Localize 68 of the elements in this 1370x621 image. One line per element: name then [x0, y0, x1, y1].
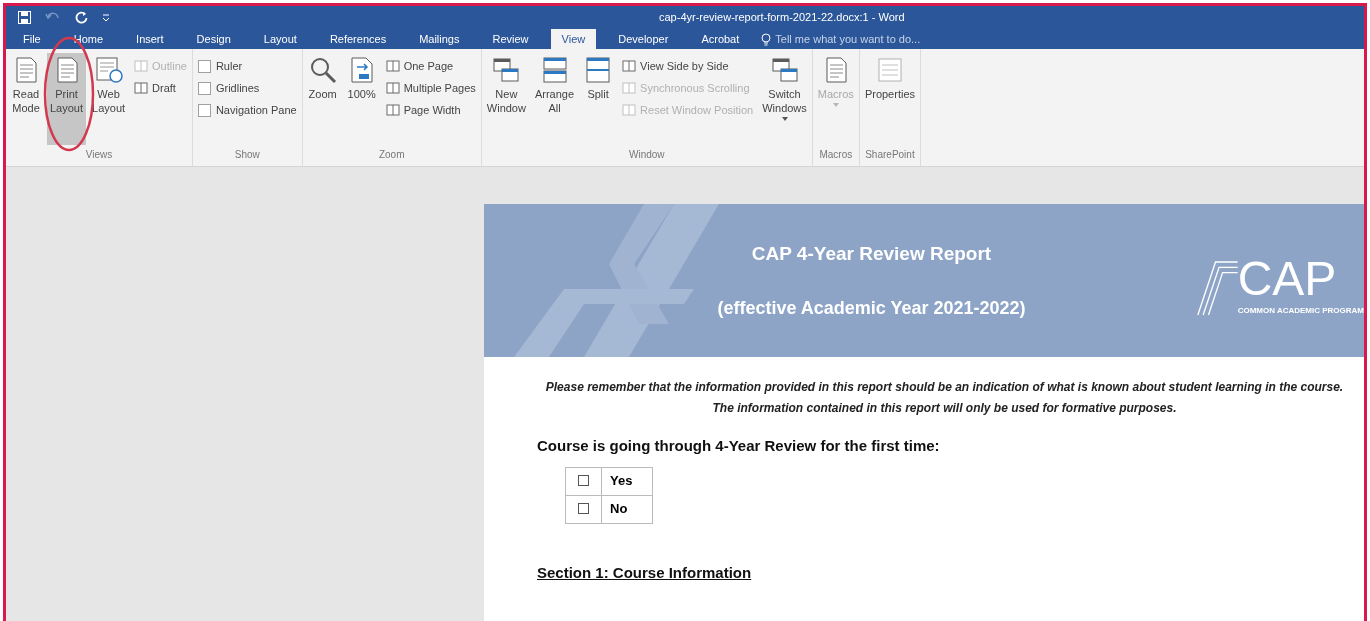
group-label: Show [233, 148, 261, 162]
ribbon-small-button[interactable]: Multiple Pages [385, 77, 476, 99]
ribbon-small-button[interactable]: Page Width [385, 99, 476, 121]
checkbox[interactable] [197, 81, 211, 95]
ribbon-tab[interactable]: View [550, 29, 597, 49]
group-label: Window [628, 148, 666, 162]
instruction-note: Please remember that the information provided in this report should be an indication of what is known about student learning in the course. The information contained in this report will only be used for formative purposes. [544, 379, 1345, 417]
group-label: Zoom [377, 148, 406, 162]
windows-icon [491, 55, 522, 85]
ribbon-tab[interactable]: File [12, 29, 52, 49]
ribbon-tab[interactable]: Design [185, 29, 242, 49]
ribbon-small-button[interactable]: View Side by Side [622, 55, 754, 77]
group-label: SharePoint [864, 148, 916, 162]
ribbon-tab[interactable]: Developer [607, 29, 680, 49]
ribbon-tab[interactable]: References [318, 29, 398, 49]
small-page-icon [622, 104, 637, 116]
ribbon-button[interactable]: 100% [343, 53, 380, 145]
group-label: Macros [818, 148, 854, 162]
ribbon-button[interactable]: Switch Windows [759, 53, 810, 145]
ribbon-small-button[interactable]: One Page [385, 55, 476, 77]
lightbulb-icon [761, 32, 772, 46]
tell-me-field[interactable]: Tell me what you want to do... [775, 30, 1036, 48]
save-icon[interactable] [18, 10, 31, 24]
ribbon-tab[interactable]: Home [62, 29, 115, 49]
small-page-icon [385, 60, 400, 72]
section-heading: Section 1: Course Information [537, 562, 753, 583]
checkbox[interactable] [197, 103, 211, 117]
report-title: CAP 4-Year Review Report [751, 242, 992, 266]
small-page-icon [622, 82, 637, 94]
ribbon-tab[interactable]: Mailings [408, 29, 471, 49]
ribbon-tab[interactable]: Review [481, 29, 540, 49]
ribbon-button[interactable]: Zoom [304, 53, 341, 145]
group-label: Views [84, 148, 114, 162]
ribbon-button[interactable]: New Window [483, 53, 529, 145]
ribbon-tab[interactable]: Insert [125, 29, 175, 49]
option-label: Yes [601, 467, 653, 495]
checkbox[interactable] [578, 475, 589, 486]
ribbon-button[interactable]: Properties [861, 53, 918, 145]
question-heading: Course is going through 4-Year Review for the first time: [537, 436, 941, 456]
ribbon-button[interactable]: Arrange All [531, 53, 578, 145]
web-page-icon [93, 55, 124, 85]
small-page-icon [134, 82, 149, 94]
ribbon-button[interactable]: Web Layout [89, 53, 129, 145]
ribbon-tab[interactable]: Acrobat [690, 29, 751, 49]
small-page-icon [134, 60, 149, 72]
small-page-icon [385, 104, 400, 116]
customize-toolbar-icon[interactable] [102, 13, 110, 21]
ribbon-small-button[interactable]: Draft [134, 77, 187, 99]
ribbon-button[interactable]: Print Layout [47, 53, 87, 145]
redo-icon[interactable] [75, 10, 88, 24]
option-label: No [601, 495, 653, 523]
ribbon-button[interactable]: Read Mode [8, 53, 44, 145]
report-subtitle: (effective Academic Year 2021-2022) [717, 296, 1026, 320]
caret-icon [832, 103, 839, 107]
window-title: cap-4yr-review-report-form-2021-22.docx:1 - Word [659, 9, 905, 25]
logo-tagline: COMMON ACADEMIC PROGRAM [1237, 306, 1364, 315]
checkbox[interactable] [197, 59, 211, 73]
ribbon-checkbox[interactable]: Navigation Pane [197, 99, 297, 121]
ribbon-checkbox[interactable]: Ruler [197, 55, 297, 77]
small-page-icon [385, 82, 400, 94]
windows-icon [769, 55, 800, 85]
small-page-icon [622, 60, 637, 72]
checkbox[interactable] [578, 503, 589, 514]
ribbon-button[interactable]: Split [580, 53, 617, 145]
caret-icon [781, 117, 788, 121]
ribbon-checkbox[interactable]: Gridlines [197, 77, 297, 99]
logo-text: CAP [1237, 254, 1338, 303]
ribbon-tab[interactable]: Layout [252, 29, 308, 49]
